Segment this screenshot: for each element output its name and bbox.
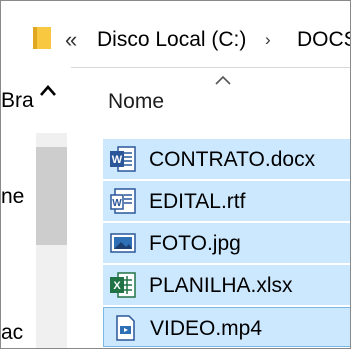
image-file-icon <box>110 233 136 253</box>
column-header-name[interactable]: Nome <box>108 90 164 114</box>
nav-item-fragment[interactable]: ac <box>1 321 23 345</box>
sort-ascending-icon <box>215 75 231 85</box>
nav-item-fragment[interactable]: Bra <box>1 89 34 113</box>
file-name: EDITAL.rtf <box>149 190 246 213</box>
nav-scrollbar-thumb[interactable] <box>36 147 67 245</box>
file-list: W CONTRATO.docx W EDITAL.rtf FOTO.jpg X … <box>103 139 350 348</box>
explorer-window: « Disco Local (C:) › DOCS Bra ne ac Nome <box>0 0 351 349</box>
svg-text:X: X <box>113 280 121 292</box>
folder-icon <box>33 27 51 49</box>
excel-spreadsheet-icon: X <box>110 272 136 298</box>
file-row[interactable]: W EDITAL.rtf <box>103 181 350 221</box>
breadcrumb-separator[interactable]: › <box>265 30 271 50</box>
scroll-up-icon[interactable] <box>39 83 57 97</box>
file-row[interactable]: W CONTRATO.docx <box>103 139 350 179</box>
file-name: VIDEO.mp4 <box>150 317 263 340</box>
svg-text:W: W <box>112 154 123 166</box>
file-name: CONTRATO.docx <box>149 148 316 171</box>
file-name: PLANILHA.xlsx <box>149 274 293 297</box>
address-bar[interactable]: « Disco Local (C:) › DOCS <box>1 1 350 68</box>
breadcrumb-disco-local[interactable]: Disco Local (C:) <box>97 28 246 52</box>
nav-item-fragment[interactable]: ne <box>1 185 24 209</box>
file-name: FOTO.jpg <box>149 232 241 255</box>
breadcrumb-docs[interactable]: DOCS <box>297 28 350 52</box>
breadcrumb-overflow[interactable]: « <box>65 27 77 53</box>
svg-text:W: W <box>112 198 122 209</box>
nav-scrollbar[interactable] <box>36 133 67 348</box>
file-row[interactable]: FOTO.jpg <box>103 223 350 263</box>
word-document-icon: W <box>110 146 136 172</box>
navigation-pane: Bra ne ac <box>1 67 71 348</box>
file-row[interactable]: VIDEO.mp4 <box>103 307 350 347</box>
rtf-document-icon: W <box>110 188 136 214</box>
file-row[interactable]: X PLANILHA.xlsx <box>103 265 350 305</box>
video-file-icon <box>116 315 135 341</box>
